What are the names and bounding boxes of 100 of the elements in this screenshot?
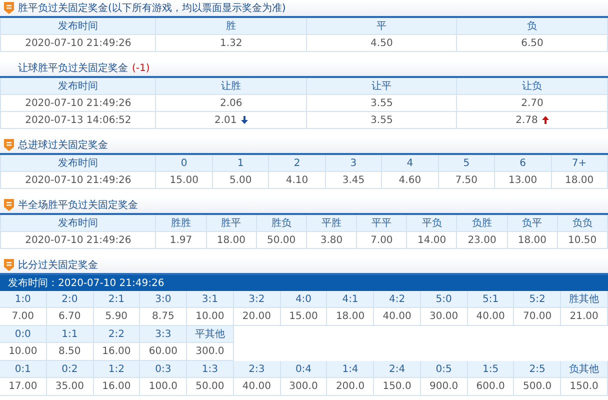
column-header: 让平 [306, 78, 458, 95]
table-cell: 4.60 [382, 172, 439, 189]
table-cell: 150.0 [561, 378, 608, 396]
column-header: 平 [306, 18, 458, 35]
table-cell: 3.55 [306, 112, 458, 129]
tag-icon [4, 2, 14, 14]
column-header: 平负 [407, 215, 458, 232]
table-cell: 4.10 [269, 172, 326, 189]
table-cell: 13.00 [495, 172, 552, 189]
section-title: 半全场胜平负过关固定奖金 [18, 198, 138, 212]
column-header: 5 [438, 155, 496, 172]
column-header: 6 [495, 155, 552, 172]
tag-icon [4, 199, 14, 211]
table-cell: 16.00 [94, 378, 140, 396]
table-cell: 40.00 [234, 378, 281, 396]
table-cell: 15.00 [280, 308, 328, 326]
column-header: 发布时间 [1, 18, 156, 35]
table-cell: 30.00 [420, 308, 468, 326]
table-cell: 2.06 [156, 95, 307, 112]
score-header: 3:2 [234, 291, 281, 308]
score-header: 胜其他 [561, 291, 608, 308]
score-header: 1:4 [327, 361, 374, 378]
table-cell: 10.00 [187, 308, 234, 326]
table-cell: 2.78 [457, 112, 608, 129]
table-cell: 6.70 [46, 308, 94, 326]
table-cell: 18.00 [552, 172, 608, 189]
section-title: 比分过关固定奖金 [18, 258, 98, 272]
score-header: 5:2 [514, 291, 562, 308]
score-header: 0:1 [0, 361, 47, 378]
score-header: 1:5 [468, 361, 514, 378]
table-cell: 17.00 [0, 378, 47, 396]
column-header: 负负 [558, 215, 608, 232]
table-cell: 500.0 [514, 378, 562, 396]
table-cell: 10.00 [0, 343, 47, 361]
column-header: 让负 [457, 78, 608, 95]
column-header: 4 [382, 155, 439, 172]
table-cell: 50.00 [187, 378, 234, 396]
table-cell: 7.50 [438, 172, 496, 189]
table-cell: 40.00 [374, 308, 421, 326]
score-header: 2:0 [46, 291, 94, 308]
score-header: 0:0 [0, 326, 47, 343]
table-cell: 3.45 [326, 172, 382, 189]
column-header: 负胜 [457, 215, 508, 232]
table-cell: 1.97 [156, 232, 207, 249]
score-header: 2:3 [234, 361, 281, 378]
score-header: 3:1 [187, 291, 234, 308]
table-cell: 100.0 [140, 378, 188, 396]
table-cell: 7.00 [0, 308, 47, 326]
score-header: 2:4 [374, 361, 421, 378]
score-header: 3:0 [140, 291, 188, 308]
table-cell: 150.0 [374, 378, 421, 396]
score-header: 1:3 [187, 361, 234, 378]
table-cell: 3.80 [306, 232, 358, 249]
score-header: 0:2 [46, 361, 94, 378]
column-header: 胜胜 [156, 215, 207, 232]
table-cell: 10.50 [558, 232, 608, 249]
column-header: 平平 [357, 215, 408, 232]
score-header: 5:1 [468, 291, 514, 308]
table-cell: 8.50 [46, 343, 94, 361]
table-cell: 2020-07-10 21:49:26 [1, 172, 156, 189]
table-cell: 8.75 [140, 308, 188, 326]
score-header: 4:0 [280, 291, 328, 308]
table-cell: 50.00 [256, 232, 307, 249]
table-cell: 2020-07-10 21:49:26 [1, 35, 156, 52]
table-cell: 18.00 [508, 232, 558, 249]
table-cell: 600.0 [468, 378, 514, 396]
column-header: 7+ [552, 155, 608, 172]
table-cell: 2020-07-13 14:06:52 [1, 112, 156, 129]
table-cell: 18.00 [327, 308, 374, 326]
score-header: 2:2 [94, 326, 140, 343]
column-header: 发布时间 [1, 78, 156, 95]
table-cell: 23.00 [457, 232, 508, 249]
table-cell: 14.00 [407, 232, 458, 249]
table-cell: 300.0 [280, 378, 328, 396]
score-header: 平其他 [187, 326, 234, 343]
table-cell: 18.00 [206, 232, 257, 249]
table-cell: 20.00 [234, 308, 281, 326]
handicap-label: (-1) [132, 62, 150, 76]
table-cell: 300.0 [187, 343, 234, 361]
column-header: 发布时间 [1, 215, 156, 232]
table-cell: 3.55 [306, 95, 458, 112]
table-cell: 35.00 [46, 378, 94, 396]
publish-time-bar: 发布时间：2020-07-10 21:49:26 [0, 275, 608, 291]
score-header: 4:2 [374, 291, 421, 308]
section-title: 让球胜平负过关固定奖金 [18, 62, 128, 76]
score-header: 负其他 [561, 361, 608, 378]
table-cell: 5.90 [94, 308, 140, 326]
table-cell: 21.00 [561, 308, 608, 326]
score-header: 4:1 [327, 291, 374, 308]
score-header: 0:3 [140, 361, 188, 378]
column-header: 负 [457, 18, 608, 35]
score-header: 2:1 [94, 291, 140, 308]
table-cell: 1.32 [156, 35, 307, 52]
table-cell: 60.00 [140, 343, 188, 361]
table-cell: 200.0 [327, 378, 374, 396]
table-cell: 900.0 [420, 378, 468, 396]
score-header: 3:3 [140, 326, 188, 343]
table-cell: 2020-07-10 21:49:26 [1, 95, 156, 112]
score-header: 5:0 [420, 291, 468, 308]
column-header: 发布时间 [1, 155, 156, 172]
